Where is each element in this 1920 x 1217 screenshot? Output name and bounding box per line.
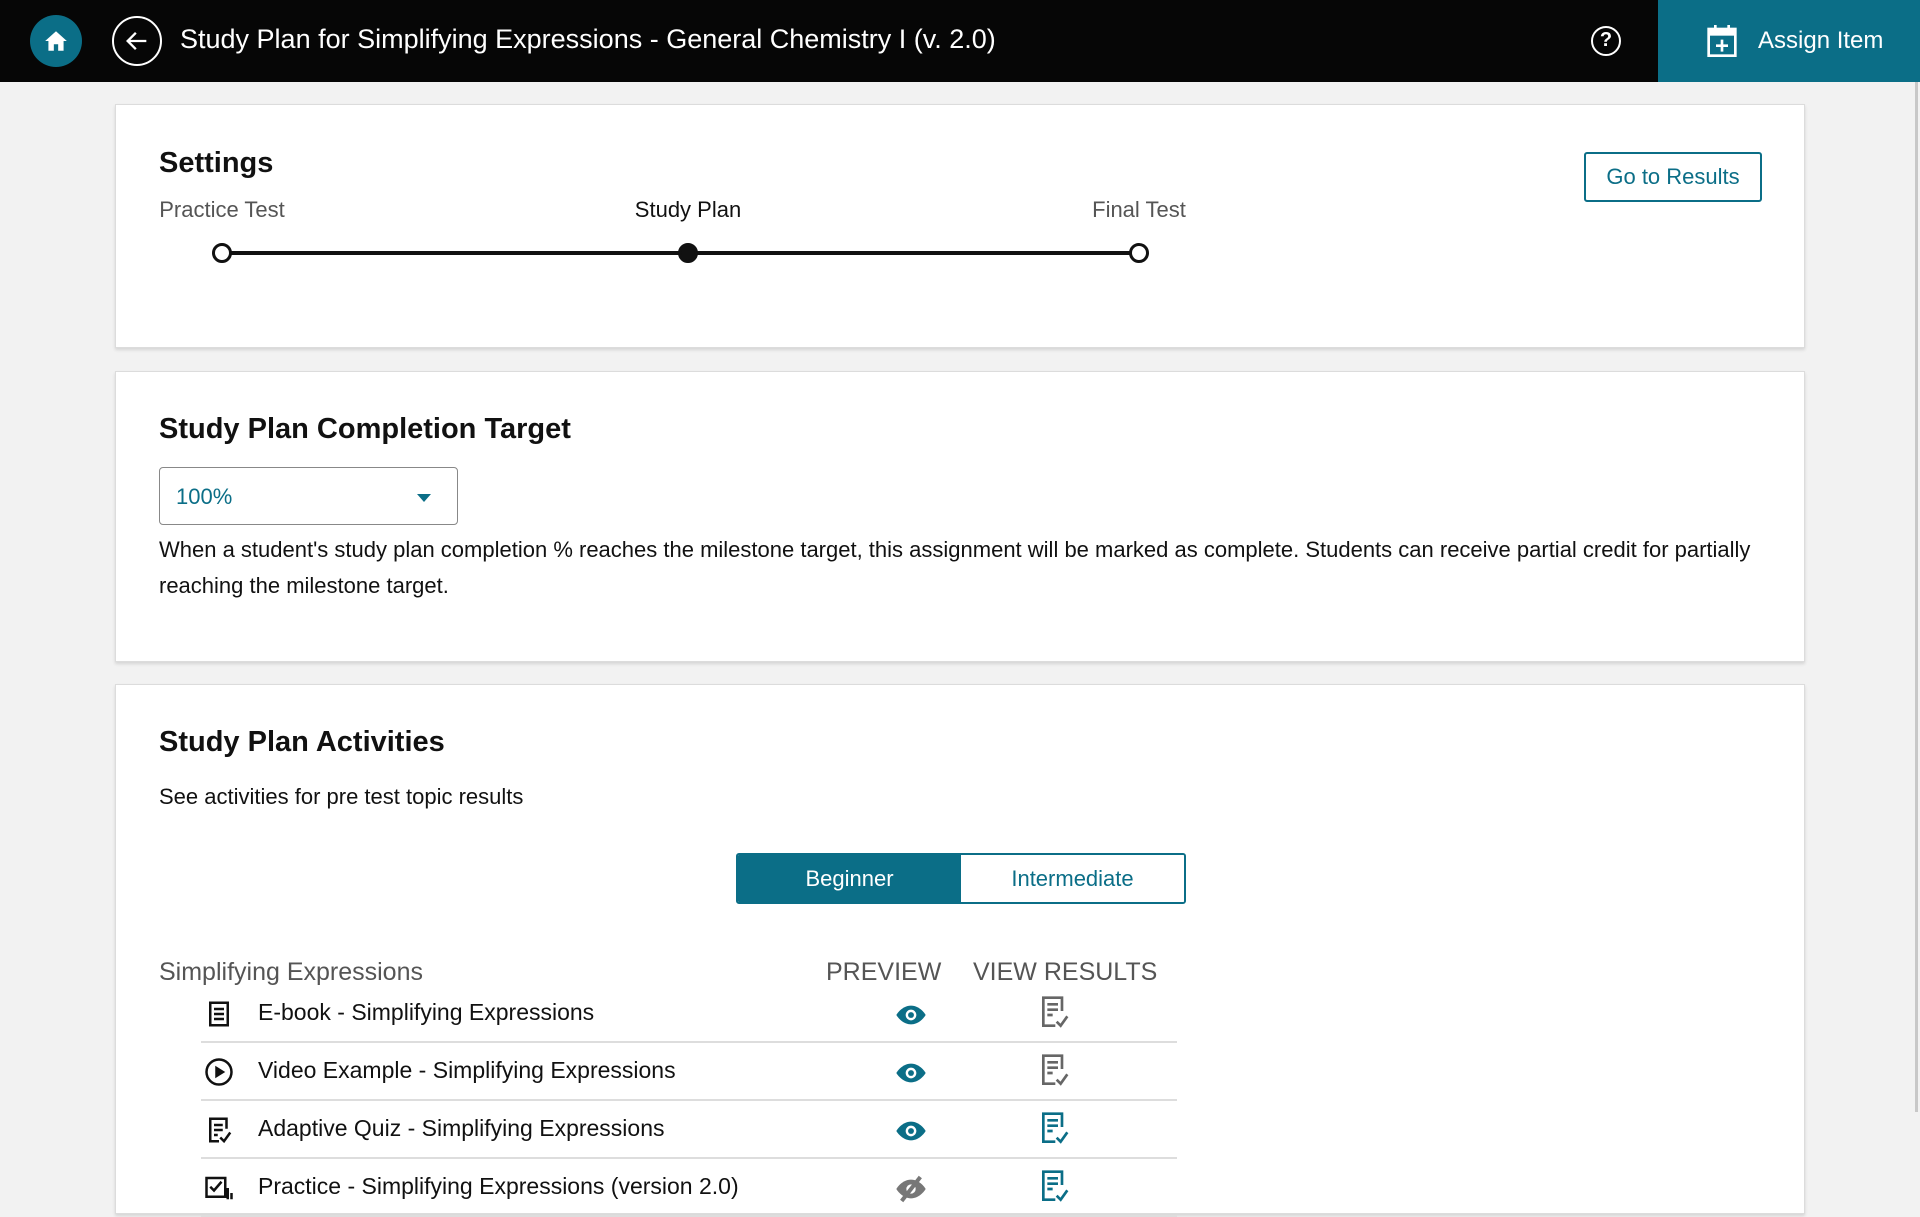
activity-row: Adaptive Quiz - Simplifying Expressions: [201, 1101, 1177, 1159]
activity-name[interactable]: E-book - Simplifying Expressions: [258, 999, 594, 1026]
step-label-final-test: Final Test: [1092, 197, 1186, 222]
step-node-study-plan[interactable]: [678, 243, 698, 263]
eye-icon[interactable]: [895, 1115, 927, 1145]
eye-slash-icon: [895, 1173, 927, 1203]
home-icon: [45, 31, 67, 51]
view-results-icon[interactable]: [1038, 1111, 1070, 1147]
help-icon[interactable]: ?: [1591, 26, 1621, 56]
settings-card: Settings Practice Test Study Plan Final …: [115, 104, 1805, 348]
activity-name[interactable]: Practice - Simplifying Expressions (vers…: [258, 1173, 739, 1200]
back-button[interactable]: [112, 16, 162, 66]
play-circle-icon: [204, 1057, 234, 1087]
home-button[interactable]: [30, 15, 82, 67]
go-to-results-button[interactable]: Go to Results: [1584, 152, 1762, 202]
activities-card: Study Plan Activities See activities for…: [115, 684, 1805, 1217]
activity-row: E-book - Simplifying Expressions: [201, 985, 1177, 1043]
eye-icon[interactable]: [895, 999, 927, 1029]
quiz-icon: [204, 1115, 234, 1145]
eye-icon[interactable]: [895, 1057, 927, 1087]
step-node-practice-test[interactable]: [212, 243, 232, 263]
assign-item-button[interactable]: Assign Item: [1658, 0, 1920, 82]
activity-name[interactable]: Adaptive Quiz - Simplifying Expressions: [258, 1115, 665, 1142]
completion-title: Study Plan Completion Target: [159, 413, 571, 445]
caret-down-icon: [417, 494, 431, 509]
view-results-icon[interactable]: [1038, 1053, 1070, 1089]
topic-heading: Simplifying Expressions: [159, 958, 423, 986]
assign-item-label: Assign Item: [1758, 27, 1884, 54]
preview-column-header: PREVIEW: [826, 958, 942, 986]
top-bar: Study Plan for Simplifying Expressions -…: [0, 0, 1920, 82]
tab-beginner[interactable]: Beginner: [738, 855, 961, 902]
practice-icon: [204, 1173, 234, 1203]
completion-card: Study Plan Completion Target 100% When a…: [115, 371, 1805, 662]
step-label-study-plan: Study Plan: [634, 197, 742, 222]
completion-target-select[interactable]: 100%: [159, 467, 458, 525]
completion-target-value: 100%: [176, 484, 233, 509]
scrollbar[interactable]: [1915, 82, 1918, 1112]
activity-row: Practice - Simplifying Expressions (vers…: [201, 1159, 1177, 1217]
level-toggle: Beginner Intermediate: [736, 853, 1186, 904]
tab-intermediate[interactable]: Intermediate: [961, 855, 1184, 902]
step-label-practice-test: Practice Test: [159, 197, 285, 222]
view-results-column-header: VIEW RESULTS: [973, 958, 1158, 986]
activities-title: Study Plan Activities: [159, 726, 445, 758]
activity-name[interactable]: Video Example - Simplifying Expressions: [258, 1057, 676, 1084]
settings-title: Settings: [159, 147, 274, 179]
activities-subtitle: See activities for pre test topic result…: [159, 784, 524, 809]
activity-row: Video Example - Simplifying Expressions: [201, 1043, 1177, 1101]
view-results-icon[interactable]: [1038, 995, 1070, 1031]
step-node-final-test[interactable]: [1129, 243, 1149, 263]
page-title: Study Plan for Simplifying Expressions -…: [180, 24, 996, 54]
calendar-add-icon: [1707, 25, 1737, 57]
ebook-icon: [204, 999, 234, 1029]
arrow-left-icon: [126, 32, 147, 50]
completion-description: When a student's study plan completion %…: [159, 537, 1751, 598]
